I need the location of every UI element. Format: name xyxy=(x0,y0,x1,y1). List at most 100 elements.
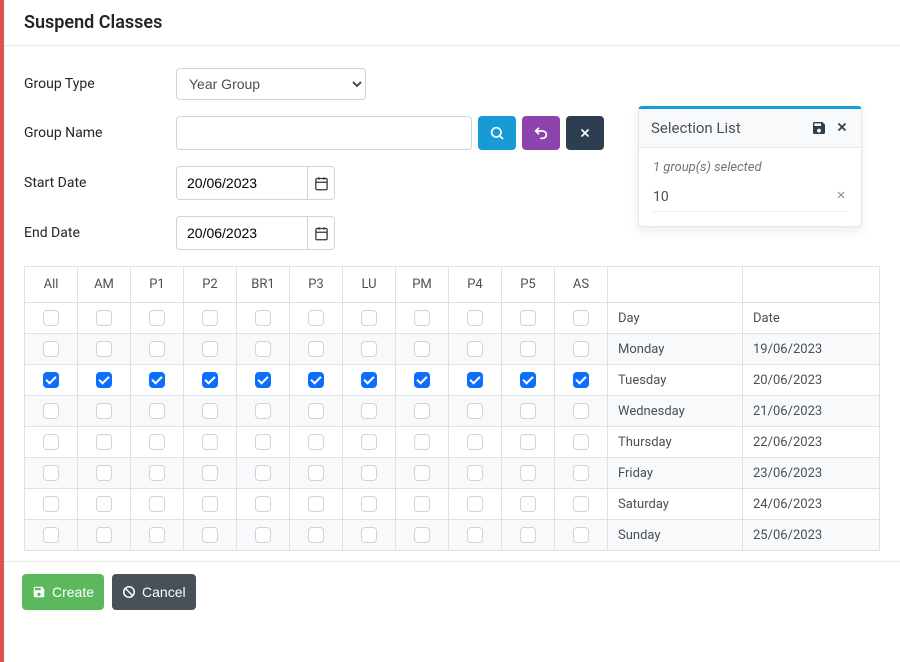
schedule-checkbox[interactable] xyxy=(361,496,377,512)
schedule-checkbox[interactable] xyxy=(96,434,112,450)
schedule-checkbox[interactable] xyxy=(520,434,536,450)
schedule-checkbox[interactable] xyxy=(573,527,589,543)
period-toggle-checkbox[interactable] xyxy=(202,310,218,326)
group-type-select[interactable]: Year Group xyxy=(176,68,366,100)
schedule-checkbox[interactable] xyxy=(255,496,271,512)
schedule-checkbox[interactable] xyxy=(96,403,112,419)
undo-button[interactable] xyxy=(522,116,560,150)
schedule-checkbox[interactable] xyxy=(361,434,377,450)
schedule-checkbox[interactable] xyxy=(202,341,218,357)
schedule-checkbox[interactable] xyxy=(361,372,377,388)
schedule-checkbox[interactable] xyxy=(467,527,483,543)
schedule-checkbox[interactable] xyxy=(308,341,324,357)
schedule-checkbox[interactable] xyxy=(467,434,483,450)
schedule-checkbox[interactable] xyxy=(361,403,377,419)
schedule-checkbox[interactable] xyxy=(43,434,59,450)
schedule-checkbox[interactable] xyxy=(96,341,112,357)
schedule-checkbox[interactable] xyxy=(520,465,536,481)
group-name-input[interactable] xyxy=(176,116,472,150)
schedule-checkbox[interactable] xyxy=(520,496,536,512)
period-toggle-checkbox[interactable] xyxy=(96,310,112,326)
clear-button[interactable] xyxy=(566,116,604,150)
schedule-checkbox[interactable] xyxy=(308,372,324,388)
schedule-checkbox[interactable] xyxy=(520,341,536,357)
schedule-checkbox[interactable] xyxy=(96,372,112,388)
schedule-checkbox[interactable] xyxy=(414,434,430,450)
schedule-checkbox[interactable] xyxy=(43,527,59,543)
schedule-checkbox[interactable] xyxy=(573,372,589,388)
schedule-checkbox[interactable] xyxy=(255,465,271,481)
schedule-checkbox[interactable] xyxy=(361,527,377,543)
schedule-checkbox[interactable] xyxy=(149,527,165,543)
save-icon[interactable] xyxy=(811,120,827,136)
period-toggle-checkbox[interactable] xyxy=(520,310,536,326)
period-toggle-checkbox[interactable] xyxy=(361,310,377,326)
schedule-checkbox[interactable] xyxy=(573,434,589,450)
schedule-checkbox[interactable] xyxy=(467,403,483,419)
schedule-checkbox[interactable] xyxy=(520,372,536,388)
start-date-input[interactable] xyxy=(176,166,307,200)
schedule-checkbox[interactable] xyxy=(202,465,218,481)
schedule-checkbox[interactable] xyxy=(43,372,59,388)
schedule-checkbox[interactable] xyxy=(414,527,430,543)
schedule-checkbox[interactable] xyxy=(96,465,112,481)
schedule-checkbox[interactable] xyxy=(414,496,430,512)
schedule-checkbox[interactable] xyxy=(414,465,430,481)
start-date-picker-button[interactable] xyxy=(307,166,335,200)
schedule-checkbox[interactable] xyxy=(202,496,218,512)
schedule-checkbox[interactable] xyxy=(202,527,218,543)
schedule-checkbox[interactable] xyxy=(308,403,324,419)
schedule-checkbox[interactable] xyxy=(202,372,218,388)
schedule-checkbox[interactable] xyxy=(255,403,271,419)
schedule-checkbox[interactable] xyxy=(467,341,483,357)
schedule-checkbox[interactable] xyxy=(149,372,165,388)
end-date-input[interactable] xyxy=(176,216,307,250)
schedule-checkbox[interactable] xyxy=(361,465,377,481)
schedule-checkbox[interactable] xyxy=(43,496,59,512)
schedule-checkbox[interactable] xyxy=(308,527,324,543)
schedule-checkbox[interactable] xyxy=(202,403,218,419)
schedule-checkbox[interactable] xyxy=(255,434,271,450)
schedule-checkbox[interactable] xyxy=(255,372,271,388)
schedule-checkbox[interactable] xyxy=(414,372,430,388)
schedule-checkbox[interactable] xyxy=(255,341,271,357)
schedule-checkbox[interactable] xyxy=(308,465,324,481)
schedule-checkbox[interactable] xyxy=(467,496,483,512)
schedule-checkbox[interactable] xyxy=(361,341,377,357)
period-toggle-checkbox[interactable] xyxy=(573,310,589,326)
schedule-checkbox[interactable] xyxy=(43,403,59,419)
schedule-checkbox[interactable] xyxy=(149,496,165,512)
schedule-checkbox[interactable] xyxy=(467,465,483,481)
schedule-checkbox[interactable] xyxy=(255,527,271,543)
schedule-checkbox[interactable] xyxy=(202,434,218,450)
create-button[interactable]: Create xyxy=(22,574,104,610)
schedule-checkbox[interactable] xyxy=(96,527,112,543)
schedule-checkbox[interactable] xyxy=(573,465,589,481)
schedule-checkbox[interactable] xyxy=(43,341,59,357)
schedule-checkbox[interactable] xyxy=(149,465,165,481)
period-toggle-checkbox[interactable] xyxy=(414,310,430,326)
schedule-checkbox[interactable] xyxy=(520,403,536,419)
remove-selection-icon[interactable] xyxy=(835,189,847,205)
period-toggle-checkbox[interactable] xyxy=(467,310,483,326)
schedule-checkbox[interactable] xyxy=(414,341,430,357)
period-toggle-checkbox[interactable] xyxy=(43,310,59,326)
schedule-checkbox[interactable] xyxy=(414,403,430,419)
schedule-checkbox[interactable] xyxy=(149,341,165,357)
schedule-checkbox[interactable] xyxy=(149,434,165,450)
schedule-checkbox[interactable] xyxy=(520,527,536,543)
schedule-checkbox[interactable] xyxy=(573,341,589,357)
schedule-checkbox[interactable] xyxy=(573,496,589,512)
cancel-button[interactable]: Cancel xyxy=(112,574,196,610)
schedule-checkbox[interactable] xyxy=(308,496,324,512)
schedule-checkbox[interactable] xyxy=(96,496,112,512)
schedule-checkbox[interactable] xyxy=(308,434,324,450)
period-toggle-checkbox[interactable] xyxy=(149,310,165,326)
period-toggle-checkbox[interactable] xyxy=(308,310,324,326)
schedule-checkbox[interactable] xyxy=(573,403,589,419)
schedule-checkbox[interactable] xyxy=(467,372,483,388)
close-icon[interactable] xyxy=(835,120,849,136)
search-button[interactable] xyxy=(478,116,516,150)
period-toggle-checkbox[interactable] xyxy=(255,310,271,326)
schedule-checkbox[interactable] xyxy=(43,465,59,481)
